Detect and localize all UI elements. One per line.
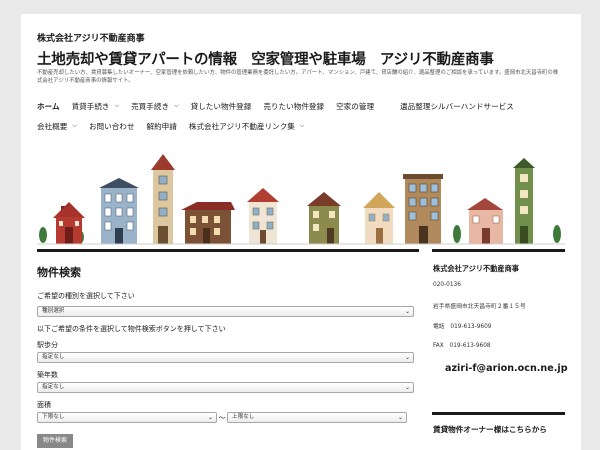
nav-label: 遺品整理シルバーハンドサービス [400, 101, 514, 111]
sidebar-fax: FAX 019-613-9608 [433, 343, 491, 349]
nav-label: 空家の管理 [336, 101, 375, 111]
site-description: 不動産売却したい方、賃貸募集したいオーナー、空家管理を依頼したい方、物件の管理業… [37, 70, 559, 84]
nav-label: 売買手続き [131, 101, 170, 111]
content-divider [37, 249, 419, 252]
nav-item-sell-registration[interactable]: 売りたい物件登録 [263, 101, 324, 112]
select-value: 下限なし [42, 414, 65, 420]
chevron-down-icon: ⌵ [114, 102, 120, 109]
site-title[interactable]: 土地売却や賃貸アパートの情報 空家管理や駐車場 アジリ不動産商事 [37, 48, 494, 69]
range-separator: ～ [218, 413, 226, 422]
sidebar-divider-2 [432, 412, 565, 415]
building-age-label: 築年数 [37, 371, 58, 379]
select-arrow-icon: ⌄ [207, 414, 213, 421]
houses-banner [37, 154, 565, 245]
nav-item-contact[interactable]: お問い合わせ [89, 121, 135, 132]
chevron-down-icon: ⌵ [174, 102, 179, 109]
select-value: 種別選択 [42, 308, 65, 314]
main-nav-row-2: 会社概要 ⌵ お問い合わせ 解約申請 株式会社アジリ不動産リンク集 ⌵ [37, 119, 316, 133]
property-search-title: 物件検索 [37, 266, 81, 279]
nav-item-rental-procedure[interactable]: 賃貸手続き ⌵ [72, 101, 120, 112]
sidebar-divider [432, 249, 565, 252]
nav-item-silver-hand[interactable]: 遺品整理シルバーハンドサービス [400, 101, 514, 112]
nav-item-cancel[interactable]: 解約申請 [147, 121, 177, 132]
nav-label: 売りたい物件登録 [263, 101, 325, 111]
nav-label: ホーム [37, 101, 60, 111]
nav-item-sale-procedure[interactable]: 売買手続き ⌵ [131, 101, 179, 112]
property-search-button[interactable]: 物件検索 [37, 434, 73, 448]
condition-prompt: 以下ご希望の条件を選択して物件検索ボタンを押して下さい [37, 325, 226, 333]
select-value: 指定なし [42, 384, 65, 390]
nav-item-vacant-house[interactable]: 空家の管理 [336, 101, 374, 112]
type-prompt: ご希望の種別を選択して下さい [37, 292, 135, 300]
area-min-select[interactable]: 下限なし ⌄ [37, 412, 217, 423]
sidebar-phone: 電話 019-613-9609 [433, 324, 492, 330]
owner-link-heading[interactable]: 賃貸物件オーナー様はこちらから [433, 424, 547, 435]
sidebar-address: 岩手県盛岡市北天昌寺町２番１５号 [433, 304, 526, 310]
nav-label: 賃貸手続き [71, 101, 110, 111]
page-container: 株式会社アジリ不動産商事 土地売却や賃貸アパートの情報 空家管理や駐車場 アジリ… [21, 14, 581, 450]
chevron-down-icon: ⌵ [299, 122, 305, 129]
building-age-select[interactable]: 指定なし ⌄ [37, 382, 414, 393]
main-nav-row-1: ホーム 賃貸手続き ⌵ 売買手続き ⌵ 貸したい物件登録 売りたい物件登録 空家の管… [37, 99, 526, 113]
nav-item-home[interactable]: ホーム [37, 101, 60, 112]
site-name[interactable]: 株式会社アジリ不動産商事 [37, 31, 145, 44]
nav-label: 解約申請 [146, 121, 177, 131]
nav-label: お問い合わせ [88, 121, 135, 131]
select-arrow-icon: ⌄ [404, 308, 410, 315]
area-range: 下限なし ⌄ ～ 上限なし ⌄ [37, 412, 407, 423]
area-max-select[interactable]: 上限なし ⌄ [227, 412, 407, 423]
sidebar-postal-code: 020-0136 [433, 282, 461, 288]
nav-label: 貸したい物件登録 [190, 101, 252, 111]
station-walk-select[interactable]: 指定なし ⌄ [37, 352, 414, 363]
select-arrow-icon: ⌄ [404, 384, 410, 391]
nav-label: 会社概要 [37, 121, 68, 131]
sidebar-company-name: 株式会社アジリ不動産商事 [433, 264, 519, 273]
area-label: 面積 [37, 401, 51, 409]
select-arrow-icon: ⌄ [397, 414, 403, 421]
nav-item-company[interactable]: 会社概要 ⌵ [37, 121, 77, 132]
property-type-select[interactable]: 種別選択 ⌄ [37, 306, 414, 317]
chevron-down-icon: ⌵ [72, 122, 77, 129]
nav-label: 株式会社アジリ不動産リンク集 [188, 121, 295, 131]
select-value: 指定なし [42, 354, 65, 360]
nav-item-lend-registration[interactable]: 貸したい物件登録 [191, 101, 252, 112]
select-arrow-icon: ⌄ [404, 354, 410, 361]
station-walk-label: 駅歩分 [37, 341, 58, 349]
nav-item-links[interactable]: 株式会社アジリ不動産リンク集 ⌵ [189, 121, 305, 132]
sidebar-email: aziri-f@arion.ocn.ne.jp [445, 363, 568, 374]
select-value: 上限なし [232, 414, 255, 420]
